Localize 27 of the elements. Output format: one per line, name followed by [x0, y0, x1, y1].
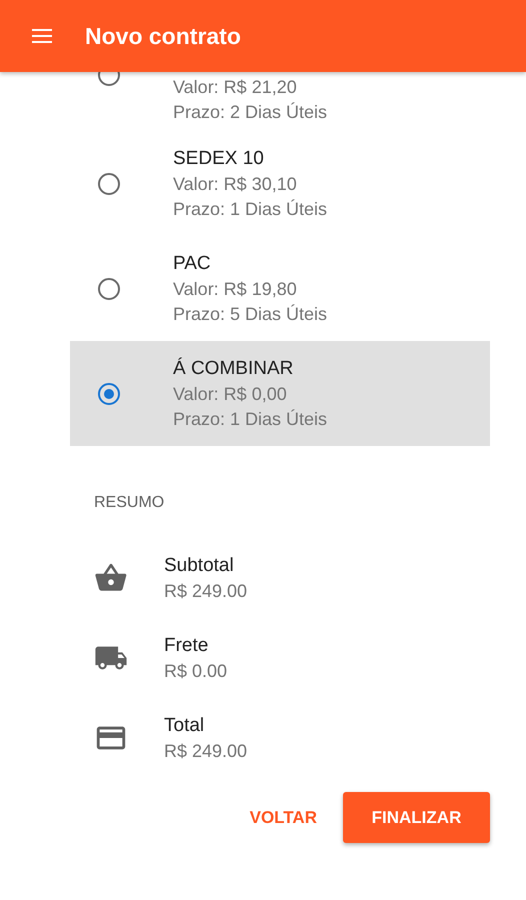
- summary-label: Total: [164, 714, 206, 738]
- option-term: Prazo: 2 Dias Úteis: [173, 101, 328, 124]
- option-name: Á COMBINAR: [173, 356, 294, 381]
- option-price: Valor: R$ 30,10: [173, 173, 298, 196]
- shipping-option[interactable]: Valor: R$ 21,20 Prazo: 2 Dias Úteis: [70, 72, 490, 131]
- summary-label: Subtotal: [164, 554, 235, 578]
- option-price: Valor: R$ 0,00: [173, 383, 288, 406]
- option-term: Prazo: 1 Dias Úteis: [173, 198, 328, 221]
- summary-label: Frete: [164, 634, 210, 658]
- shipping-option[interactable]: SEDEX 10 Valor: R$ 30,10 Prazo: 1 Dias Úteis: [70, 131, 490, 236]
- summary-value: R$ 249.00: [164, 740, 248, 763]
- option-price: Valor: R$ 19,80: [173, 278, 298, 301]
- radio-button[interactable]: [98, 278, 120, 300]
- option-name: SEDEX 10: [173, 147, 265, 171]
- option-term: Prazo: 5 Dias Úteis: [173, 303, 328, 326]
- radio-button[interactable]: [98, 172, 120, 194]
- section-heading: RESUMO: [94, 494, 166, 512]
- option-name: PAC: [173, 252, 212, 276]
- option-term: Prazo: 1 Dias Úteis: [173, 408, 328, 431]
- option-price: Valor: R$ 21,20: [173, 76, 298, 99]
- shipping-option[interactable]: Á COMBINAR Valor: R$ 0,00 Prazo: 1 Dias Úteis: [70, 341, 490, 446]
- menu-icon[interactable]: [32, 29, 52, 43]
- summary-value: R$ 0.00: [164, 660, 228, 683]
- shipping-option[interactable]: PAC Valor: R$ 19,80 Prazo: 5 Dias Úteis: [70, 236, 490, 341]
- radio-button[interactable]: [98, 382, 120, 404]
- app-bar-title: Novo contrato: [85, 22, 241, 50]
- summary-value: R$ 249.00: [164, 580, 248, 603]
